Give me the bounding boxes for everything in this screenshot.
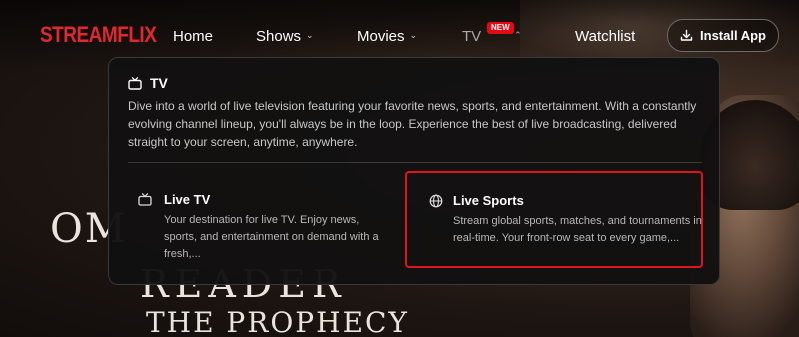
new-badge: NEW (487, 22, 514, 34)
live-sports-description: Stream global sports, matches, and tourn… (453, 215, 702, 244)
live-tv-description: Your destination for live TV. Enjoy news… (164, 214, 379, 260)
chevron-up-icon: ⌃ (514, 30, 522, 40)
nav-shows-label: Shows (256, 28, 302, 45)
nav-home-label: Home (173, 28, 214, 45)
tv-icon (128, 76, 142, 90)
chevron-down-icon: ⌄ (306, 30, 314, 40)
globe-icon (429, 194, 443, 208)
chevron-down-icon: ⌄ (409, 30, 418, 40)
nav-watchlist[interactable]: Watchlist (575, 28, 635, 45)
nav-movies-label: Movies (357, 28, 405, 45)
download-icon (680, 29, 693, 42)
nav-watchlist-label: Watchlist (575, 28, 636, 45)
tv-dropdown-menu: TV Dive into a world of live television … (108, 57, 720, 285)
live-tv-title: Live TV (164, 192, 211, 207)
tv-icon (138, 193, 152, 206)
live-tv-card[interactable]: Live TV Your destination for live TV. En… (128, 171, 426, 268)
divider (128, 162, 702, 163)
streamflix-logo[interactable]: STREAMFLIX (40, 23, 157, 48)
hero-title-line3: THE PROPHECY (146, 306, 409, 337)
nav-tv-label: TV (462, 28, 482, 45)
dropdown-description: Dive into a world of live television fea… (128, 99, 697, 149)
live-sports-card[interactable]: Live Sports Stream global sports, matche… (405, 171, 703, 268)
nav-home[interactable]: Home (173, 28, 213, 45)
dropdown-title: TV (150, 75, 168, 91)
install-app-button[interactable]: Install App (667, 19, 779, 52)
install-app-label: Install App (700, 28, 766, 43)
nav-shows[interactable]: Shows ⌄ (256, 28, 314, 45)
dropdown-header: TV (128, 75, 168, 91)
live-sports-title: Live Sports (453, 193, 524, 208)
nav-movies[interactable]: Movies ⌄ (357, 28, 417, 45)
